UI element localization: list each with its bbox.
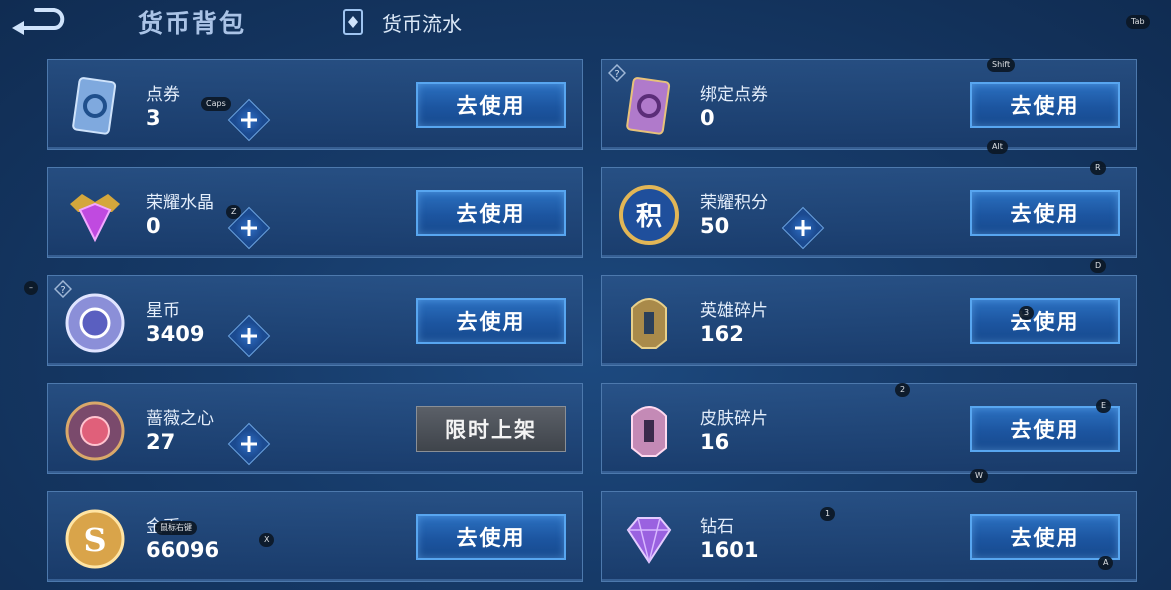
item-count: 0 xyxy=(146,214,161,238)
item-name: 钻石 xyxy=(700,517,734,537)
svg-text:积: 积 xyxy=(636,202,662,232)
add-glory-points-button[interactable] xyxy=(781,206,825,250)
item-name: 蔷薇之心 xyxy=(146,409,214,429)
item-count: 162 xyxy=(700,322,744,346)
add-star-coin-button[interactable] xyxy=(227,314,271,358)
key-hint-minus: – xyxy=(24,281,38,295)
use-button-hero-fragment[interactable]: 去使用 xyxy=(970,298,1120,344)
svg-text:S: S xyxy=(83,521,106,559)
currency-card-hero-fragment: 英雄碎片 162 去使用 xyxy=(601,275,1137,366)
item-count: 66096 xyxy=(146,538,220,562)
use-button-star-coin[interactable]: 去使用 xyxy=(416,298,566,344)
rose-heart-icon xyxy=(65,401,125,461)
key-hint-shift: Shift xyxy=(987,58,1016,72)
limited-button-rose-heart[interactable]: 限时上架 xyxy=(416,406,566,452)
use-button-diamond[interactable]: 去使用 xyxy=(970,514,1120,560)
currency-flow-tab[interactable]: 货币流水 xyxy=(338,6,462,38)
currency-card-star-coin: ? 星币 3409 去使用 xyxy=(47,275,583,366)
item-count: 27 xyxy=(146,430,176,454)
key-hint-e: E xyxy=(1096,399,1112,413)
item-count: 16 xyxy=(700,430,730,454)
key-hint-caps: Caps xyxy=(201,97,231,111)
item-name: 点券 xyxy=(146,85,180,105)
currency-card-diamond: 钻石 1601 去使用 xyxy=(601,491,1137,582)
item-count: 1601 xyxy=(700,538,759,562)
glory-crystal-icon xyxy=(70,194,120,243)
key-hint-r: R xyxy=(1090,161,1106,175)
add-coupon-button[interactable] xyxy=(227,98,271,142)
use-button-crystal[interactable]: 去使用 xyxy=(416,190,566,236)
bound-coupon-card-icon xyxy=(626,77,671,135)
key-hint-tab: Tab xyxy=(1126,15,1150,29)
top-bar: 货币背包 货币流水 xyxy=(0,0,1171,46)
key-hint-w: W xyxy=(970,469,988,483)
hero-fragment-helmet-icon xyxy=(631,298,667,349)
item-name: 皮肤碎片 xyxy=(700,409,768,429)
skin-fragment-helmet-icon xyxy=(631,406,667,457)
coupon-card-icon xyxy=(72,77,117,135)
item-name: 荣耀水晶 xyxy=(146,193,214,213)
key-hint-3: 3 xyxy=(1019,306,1035,320)
page-title: 货币背包 xyxy=(138,9,247,38)
currency-card-coupon: 点券 3 去使用 xyxy=(47,59,583,150)
currency-card-crystal: 荣耀水晶 0 去使用 xyxy=(47,167,583,258)
currency-card-gold: S 金币 66096 去使用 xyxy=(47,491,583,582)
currency-card-bound-coupon: ? 绑定点券 0 去使用 xyxy=(601,59,1137,150)
key-hint-d: D xyxy=(1090,259,1107,273)
item-count: 3 xyxy=(146,106,161,130)
diamond-icon xyxy=(626,517,672,564)
use-button-coupon[interactable]: 去使用 xyxy=(416,82,566,128)
item-name: 英雄碎片 xyxy=(700,301,768,321)
item-count: 3409 xyxy=(146,322,205,346)
currency-card-glory-points: 积 荣耀积分 50 去使用 xyxy=(601,167,1137,258)
item-name: 荣耀积分 xyxy=(700,193,768,213)
back-arrow-icon[interactable] xyxy=(8,6,70,36)
use-button-bound-coupon[interactable]: 去使用 xyxy=(970,82,1120,128)
item-count: 50 xyxy=(700,214,730,238)
star-coin-icon xyxy=(65,293,125,353)
currency-flow-label: 货币流水 xyxy=(382,11,462,36)
use-button-gold[interactable]: 去使用 xyxy=(416,514,566,560)
item-count: 0 xyxy=(700,106,715,130)
use-button-skin-fragment[interactable]: 去使用 xyxy=(970,406,1120,452)
currency-card-rose-heart: 蔷薇之心 27 限时上架 xyxy=(47,383,583,474)
currency-card-skin-fragment: 皮肤碎片 16 去使用 xyxy=(601,383,1137,474)
glory-points-icon: 积 xyxy=(619,185,679,245)
gold-coin-icon: S xyxy=(65,509,125,569)
key-hint-mouse-right: 鼠标右键 xyxy=(155,521,197,535)
use-button-glory-points[interactable]: 去使用 xyxy=(970,190,1120,236)
key-hint-2: 2 xyxy=(895,383,911,397)
add-rose-heart-button[interactable] xyxy=(227,422,271,466)
item-name: 星币 xyxy=(146,301,180,321)
key-hint-1: 1 xyxy=(820,507,836,521)
key-hint-alt: Alt xyxy=(987,140,1008,154)
flow-diamond-icon xyxy=(343,9,363,35)
item-name: 绑定点券 xyxy=(700,85,768,105)
